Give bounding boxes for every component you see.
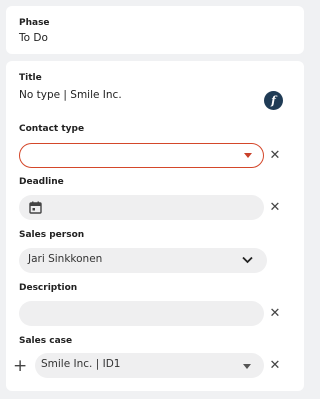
form-card: Title No type | Smile Inc. f Contact typ… [6,61,304,391]
sales-person-select[interactable]: Jari Sinkkonen [19,248,267,273]
phase-card: Phase To Do [6,6,304,54]
deadline-label: Deadline [19,177,64,187]
plus-icon[interactable]: + [13,358,27,375]
contact-type-select[interactable] [19,143,264,168]
sales-case-select[interactable]: Smile Inc. | ID1 [35,353,264,378]
calendar-icon [29,201,42,214]
formula-button[interactable]: f [264,91,283,110]
title-value: No type | Smile Inc. [19,89,122,101]
sales-person-label: Sales person [19,230,85,240]
dropdown-caret-icon [244,153,252,158]
description-label: Description [19,283,78,293]
title-label: Title [19,73,42,83]
phase-value: To Do [19,32,48,44]
deadline-clear-icon[interactable]: ✕ [268,201,282,215]
description-clear-icon[interactable]: ✕ [268,307,282,321]
description-input[interactable] [19,301,264,326]
chevron-down-icon [242,256,253,264]
sales-case-value: Smile Inc. | ID1 [41,358,121,370]
deadline-input[interactable] [19,195,264,220]
sales-case-label: Sales case [19,336,73,346]
sales-case-clear-icon[interactable]: ✕ [268,359,282,373]
dropdown-caret-icon [243,364,251,369]
sales-person-value: Jari Sinkkonen [28,253,103,265]
contact-type-label: Contact type [19,124,85,134]
phase-label: Phase [19,18,50,28]
contact-type-clear-icon[interactable]: ✕ [268,149,282,163]
